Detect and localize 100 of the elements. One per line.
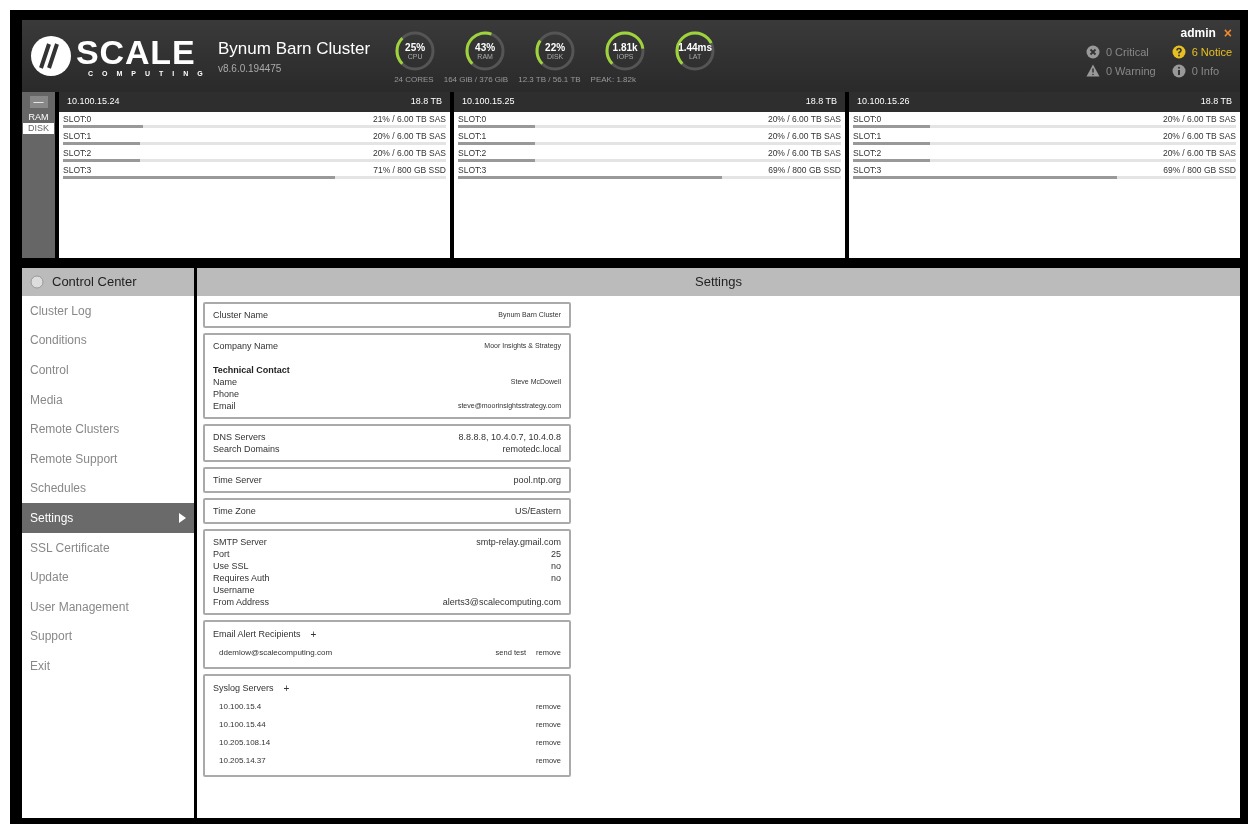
gauge-note: 24 CORES (394, 74, 434, 86)
field-label: Cluster Name (213, 309, 268, 321)
field-value: 25 (551, 548, 561, 560)
sidebar-item[interactable]: Control (22, 355, 194, 385)
sidebar-item[interactable]: Media (22, 384, 194, 415)
field-value: US/Eastern (514, 505, 561, 517)
slot-name: SLOT:0 (63, 114, 92, 125)
gauge-value: 25% (405, 41, 426, 53)
slot-reading: 20% / 6.00 TB SAS (372, 148, 446, 159)
sidebar-item[interactable]: Remote Support (22, 443, 194, 474)
slot-name: SLOT:1 (458, 131, 487, 142)
sidebar-item[interactable]: Exit (22, 651, 194, 681)
slot-name: SLOT:0 (458, 114, 487, 125)
list-entry: 10.100.15.44 (219, 719, 266, 731)
critical-icon (1085, 45, 1100, 60)
sidebar-title: Control Center (52, 273, 137, 292)
node-ip: 10.100.15.25 (462, 95, 515, 109)
slot-name: SLOT:0 (853, 114, 882, 125)
slot-name: SLOT:3 (63, 165, 92, 176)
gauge-note: 164 GiB / 376 GiB (443, 74, 509, 86)
alert-count[interactable]: 6 Notice (1191, 44, 1232, 61)
field-label: From Address (213, 596, 270, 608)
field-label: Company Name (213, 340, 279, 352)
add-button[interactable]: + (283, 681, 290, 696)
slot-name: SLOT:3 (853, 165, 882, 176)
sidebar-item[interactable]: Conditions (22, 325, 194, 356)
panel-title: Settings (695, 273, 742, 292)
logo-wordmark: SCALE (76, 34, 197, 69)
slot-name: SLOT:2 (853, 148, 882, 159)
field-label: Search Domains (213, 443, 280, 455)
sidebar-item[interactable]: User Management (22, 591, 194, 622)
gauge-value: 22% (545, 41, 566, 53)
sidebar-item[interactable]: Support (22, 621, 194, 652)
field-label: Time Server (213, 474, 262, 486)
node-capacity: 18.8 TB (1200, 95, 1232, 109)
list-title: Syslog Servers (213, 681, 274, 695)
alert-count[interactable]: 0 Warning (1105, 62, 1156, 79)
slot-name: SLOT:1 (853, 131, 882, 142)
toggle-tab[interactable]: RAM (23, 112, 54, 123)
alert-count[interactable]: 0 Info (1191, 62, 1220, 79)
username[interactable]: admin (1180, 24, 1216, 42)
alert-count[interactable]: 0 Critical (1105, 44, 1149, 61)
slot-reading: 20% / 6.00 TB SAS (767, 114, 841, 125)
gauge-note: 12.3 TB / 56.1 TB (518, 74, 581, 86)
node-capacity: 18.8 TB (410, 95, 442, 109)
gauge-value: 43% (475, 41, 496, 53)
list-entry: 10.205.108.14 (219, 737, 271, 749)
version-text: v8.6.0.194475 (218, 62, 283, 77)
question-icon (1171, 45, 1186, 60)
slot-reading: 21% / 6.00 TB SAS (372, 114, 446, 125)
list-entry: ddemlow@scalecomputing.com (219, 647, 333, 659)
circle-icon (30, 275, 44, 289)
field-label: Use SSL (213, 560, 249, 572)
node-capacity: 18.8 TB (805, 95, 837, 109)
gauge-value: 1.81k (612, 41, 638, 53)
cluster-name: Bynum Barn Cluster (218, 37, 371, 60)
field-value: alerts3@scalecomputing.com (442, 596, 561, 608)
field-value: remotedc.local (502, 443, 561, 455)
logout-button[interactable]: × (1223, 26, 1232, 40)
slot-name: SLOT:2 (63, 148, 92, 159)
gauge-note: PEAK: 1.82k (590, 74, 636, 86)
sidebar-item[interactable]: SSL Certificate (22, 532, 194, 563)
section-heading: Technical Contact (213, 364, 291, 376)
sidebar-item[interactable]: Schedules (22, 473, 194, 504)
slot-name: SLOT:2 (458, 148, 487, 159)
sidebar-item[interactable]: Update (22, 562, 194, 592)
list-entry: 10.205.14.37 (219, 755, 266, 767)
field-value: pool.ntp.org (513, 474, 561, 486)
slot-reading: 20% / 6.00 TB SAS (1162, 148, 1236, 159)
slot-reading: 69% / 800 GB SSD (1163, 165, 1236, 176)
info-icon (1171, 63, 1186, 78)
toggle-tab[interactable]: DISK (23, 123, 54, 134)
field-label: Email (213, 400, 236, 412)
slot-reading: 20% / 6.00 TB SAS (767, 148, 841, 159)
field-label: Name (213, 376, 237, 388)
list-entry: 10.100.15.4 (219, 701, 262, 713)
field-value: smtp-relay.gmail.com (476, 536, 561, 548)
field-label: Phone (213, 388, 240, 400)
field-value: no (551, 572, 561, 584)
field-label: Username (213, 584, 255, 596)
slot-reading: 20% / 6.00 TB SAS (1162, 131, 1236, 142)
field-label: Port (213, 548, 230, 560)
node-ip: 10.100.15.24 (67, 95, 120, 109)
slot-reading: 71% / 800 GB SSD (373, 165, 446, 176)
field-label: Time Zone (213, 505, 256, 517)
logo-mark-icon (30, 35, 72, 77)
add-button[interactable]: + (310, 627, 317, 642)
sidebar-item[interactable]: Cluster Log (22, 296, 194, 326)
sidebar-item[interactable]: Settings (22, 503, 194, 533)
node-ip: 10.100.15.26 (857, 95, 910, 109)
gauge-value: 1.44ms (678, 41, 713, 53)
slot-name: SLOT:3 (458, 165, 487, 176)
field-label: Requires Auth (213, 572, 270, 584)
triangle-icon (179, 512, 186, 523)
warning-icon (1085, 64, 1100, 78)
slot-reading: 20% / 6.00 TB SAS (767, 131, 841, 142)
field-value: 8.8.8.8, 10.4.0.7, 10.4.0.8 (458, 431, 561, 443)
sidebar-item[interactable]: Remote Clusters (22, 414, 194, 444)
slot-name: SLOT:1 (63, 131, 92, 142)
collapse-button[interactable]: — (29, 96, 48, 108)
